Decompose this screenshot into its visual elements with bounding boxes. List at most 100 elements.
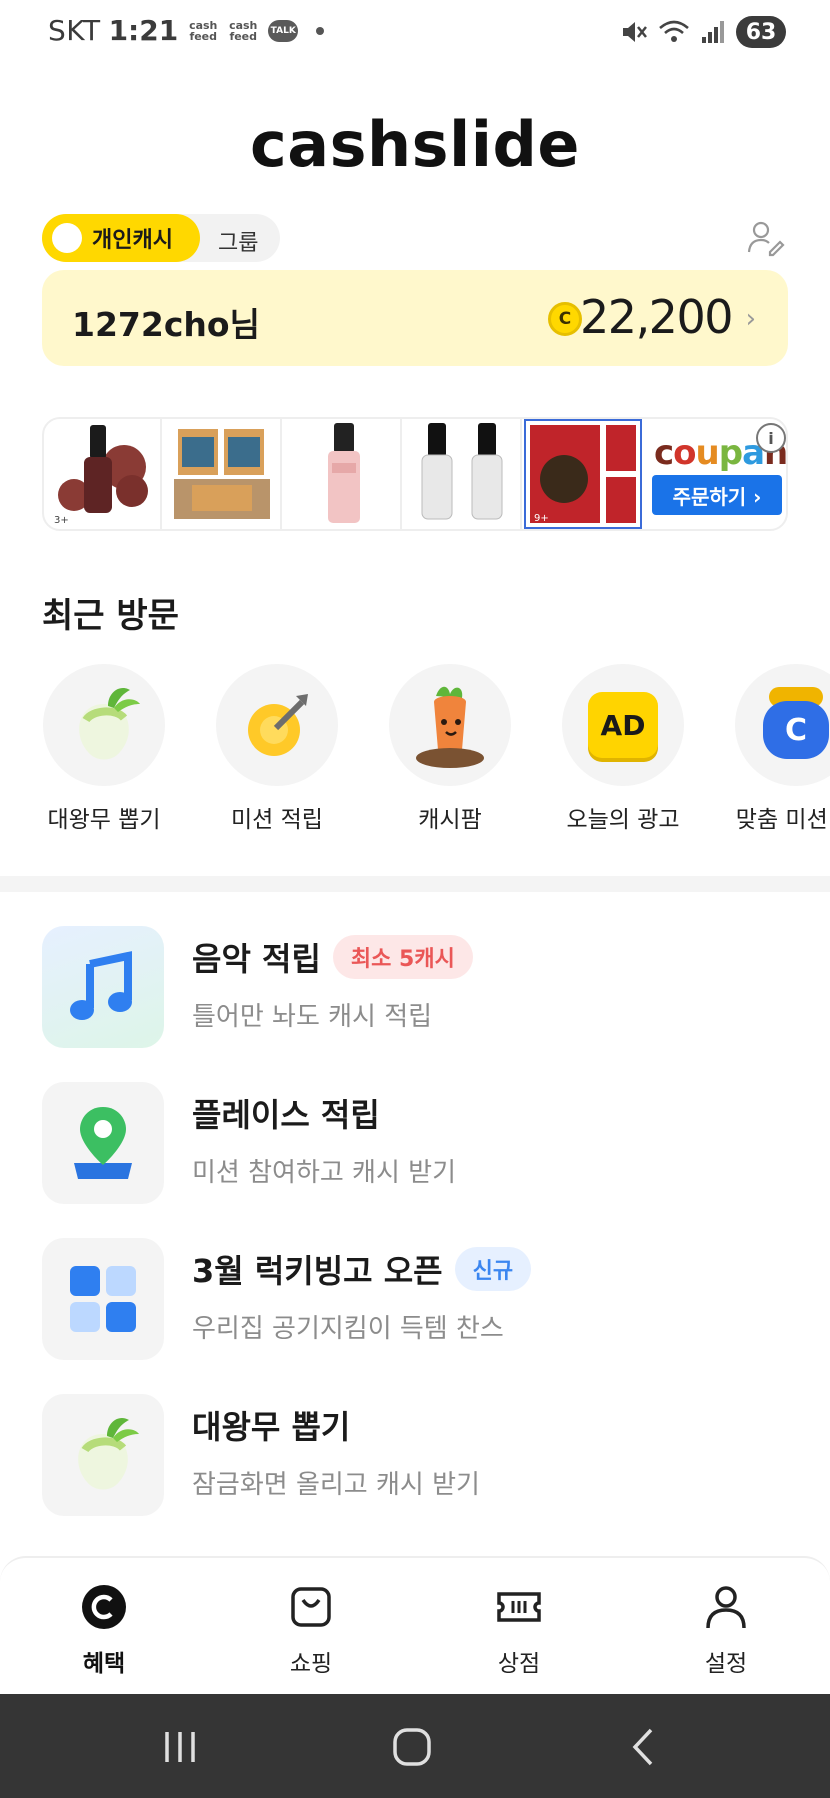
recent-item-circle: AD	[562, 664, 684, 786]
feature-title-row: 플레이스 적립	[192, 1090, 380, 1136]
cash-c-icon	[82, 1585, 126, 1629]
recent-item-circle	[389, 664, 511, 786]
nail-polish-image: 3+	[54, 425, 148, 526]
feature-title: 음악 적립	[192, 940, 321, 978]
chevron-right-icon: ›	[745, 304, 756, 334]
status-bar: SKT 1:21 cash feed cash feed TALK 63	[0, 0, 830, 66]
feature-item-place[interactable]: 플레이스 적립 미션 참여하고 캐시 받기	[42, 1082, 802, 1204]
recent-item-circle	[43, 664, 165, 786]
home-icon[interactable]	[389, 1724, 435, 1770]
ad-product-thumbnail[interactable]: 3+	[44, 419, 162, 529]
cash-coin-icon: C	[548, 302, 582, 336]
order-now-button[interactable]: 주문하기 ›	[652, 475, 782, 515]
feature-title: 대왕무 뽑기	[192, 1408, 351, 1446]
recent-item-custom-mission[interactable]: C 맞춤 미션 적	[710, 664, 830, 830]
recent-item-todays-ad[interactable]: AD 오늘의 광고	[537, 664, 709, 830]
person-icon	[706, 1586, 746, 1629]
cash-feed-notification-icon: cash feed	[229, 18, 258, 43]
mute-icon	[623, 22, 647, 42]
feature-title-row: 음악 적립 최소 5캐시	[192, 934, 473, 980]
feature-title: 3월 럭키빙고 오픈	[192, 1252, 443, 1290]
ad-badge: 3+	[54, 515, 69, 526]
system-navigation-bar	[0, 1694, 830, 1798]
nav-label: 상점	[497, 1651, 541, 1677]
signal-icon	[702, 21, 724, 43]
recent-item-radish-pull[interactable]: 대왕무 뽑기	[18, 664, 190, 830]
nav-tab-settings[interactable]: 설정	[666, 1584, 786, 1678]
nav-label: 설정	[704, 1651, 748, 1677]
ad-info-icon[interactable]: i	[756, 423, 786, 453]
clock: 1:21	[108, 14, 179, 47]
feature-description: 미션 참여하고 캐시 받기	[192, 1158, 456, 1188]
ad-product-thumbnail[interactable]	[404, 419, 522, 529]
feature-title-row: 3월 럭키빙고 오픈 신규	[192, 1246, 532, 1292]
recent-item-label: 오늘의 광고	[566, 807, 680, 830]
target-icon	[248, 694, 308, 756]
battery-indicator: 63	[736, 16, 786, 48]
recent-visits-list[interactable]: 대왕무 뽑기 미션 적립 캐시팜 AD 오늘의 광고 C 맞춤 미션	[0, 660, 830, 830]
more-notifications-dot	[316, 26, 325, 35]
radish-icon	[78, 1417, 139, 1490]
user-name: 1272cho님	[72, 305, 260, 344]
feature-description: 잠금화면 올리고 캐시 받기	[192, 1470, 480, 1500]
feature-icon-box	[42, 926, 164, 1048]
feature-icon-box	[42, 1238, 164, 1360]
bottom-navigation: 혜택 쇼핑 상점 설정	[0, 1556, 830, 1694]
ticket-icon	[497, 1592, 541, 1622]
recent-item-label: 맞춤 미션 적	[735, 807, 830, 830]
top-coat-image	[421, 423, 503, 520]
cash-balance-value: 22,200	[580, 290, 733, 344]
feature-item-lucky-bingo[interactable]: 3월 럭키빙고 오픈 신규 우리집 공기지킴이 득템 찬스	[42, 1238, 802, 1360]
cash-type-toggle[interactable]: 개인캐시 그룹	[42, 214, 280, 262]
nav-label: 쇼핑	[289, 1651, 333, 1677]
status-bar-left: SKT 1:21 cash feed cash feed TALK	[48, 14, 325, 47]
min-cash-badge: 최소 5캐시	[332, 935, 473, 979]
nav-tab-benefits[interactable]: 혜택	[44, 1584, 164, 1678]
group-cash-tab[interactable]: 그룹	[218, 225, 258, 257]
personal-cash-tab[interactable]: 개인캐시	[42, 214, 200, 262]
ad-product-thumbnail[interactable]	[164, 419, 282, 529]
feature-icon-box	[42, 1394, 164, 1516]
feature-item-radish-pull[interactable]: 대왕무 뽑기 잠금화면 올리고 캐시 받기	[42, 1394, 802, 1516]
recent-apps-icon[interactable]	[157, 1724, 203, 1770]
feature-item-music[interactable]: 음악 적립 최소 5캐시 틀어만 놔도 캐시 적립	[42, 926, 802, 1048]
feature-description: 틀어만 놔도 캐시 적립	[192, 1002, 433, 1032]
perfume-bottle-image	[328, 423, 360, 523]
wifi-icon	[659, 20, 689, 42]
back-icon[interactable]	[621, 1724, 667, 1770]
ramen-pack-image: 9+	[530, 425, 636, 524]
talk-notification-icon: TALK	[268, 19, 299, 42]
nav-tab-store[interactable]: 상점	[459, 1584, 579, 1678]
ad-icon-text: AD	[600, 708, 646, 742]
recent-item-mission[interactable]: 미션 적립	[191, 664, 363, 830]
carrier-label: SKT	[48, 14, 101, 47]
coin-bag-icon: C	[759, 687, 830, 763]
radish-icon	[79, 687, 140, 760]
carrot-icon	[416, 686, 484, 768]
ad-badge: 9+	[534, 513, 549, 524]
coin-bag-text: C	[784, 712, 808, 748]
ad-banner[interactable]: 3+ 9+ coupan 주문하기 › i	[42, 417, 788, 531]
cash-balance-card[interactable]: 1272cho님 C 22,200 ›	[42, 270, 788, 366]
ad-product-thumbnail[interactable]	[284, 419, 402, 529]
map-pin-icon	[74, 1107, 132, 1179]
recent-visits-title: 최근 방문	[42, 596, 179, 636]
feature-description: 우리집 공기지킴이 득템 찬스	[192, 1314, 504, 1344]
ad-product-thumbnail[interactable]: 9+	[524, 419, 642, 529]
bingo-grid-icon	[70, 1266, 136, 1332]
feature-icon-box	[42, 1082, 164, 1204]
section-divider	[0, 876, 830, 892]
new-badge: 신규	[454, 1247, 532, 1291]
recent-item-circle: C	[735, 664, 830, 786]
nav-tab-shopping[interactable]: 쇼핑	[251, 1584, 371, 1678]
profile-edit-icon[interactable]	[746, 218, 786, 258]
cash-feed-notification-icon: cash feed	[189, 18, 218, 43]
shopping-bag-icon	[291, 1587, 331, 1627]
recent-item-circle	[216, 664, 338, 786]
recent-item-label: 대왕무 뽑기	[47, 807, 161, 830]
nav-label: 혜택	[82, 1651, 126, 1677]
app-logo: cashslide	[250, 108, 580, 181]
ad-icon: AD	[588, 692, 658, 758]
recent-item-cash-farm[interactable]: 캐시팜	[364, 664, 536, 830]
status-bar-right: 63	[620, 16, 786, 48]
